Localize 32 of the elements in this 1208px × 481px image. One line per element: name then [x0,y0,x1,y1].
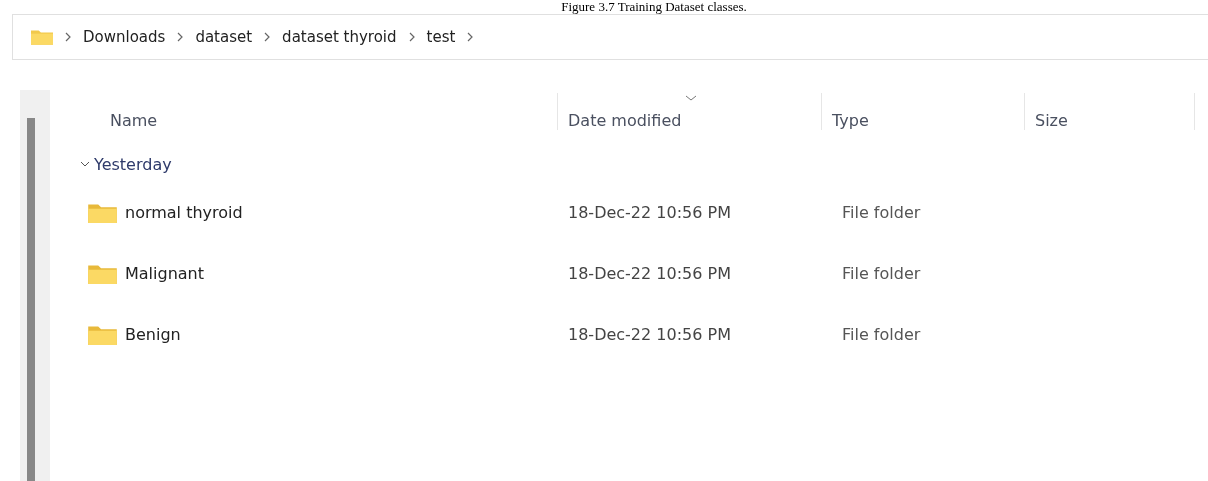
chevron-icon [264,32,271,42]
column-header[interactable]: Type [822,93,1025,130]
chevron-icon [177,32,184,42]
column-header[interactable]: Size [1025,93,1195,130]
file-name[interactable]: normal thyroid [125,203,243,222]
chevron-icon [408,32,415,42]
chevron-icon [80,159,90,169]
chevron-icon [65,32,71,42]
file-name[interactable]: Malignant [125,264,204,283]
chevron-icon [467,32,474,42]
type-cell-text: File folder [841,264,921,283]
file-name[interactable]: Benign [125,325,181,344]
breadcrumb-item[interactable]: dataset thyroid [282,28,397,46]
group-header[interactable]: Yesterday [80,146,190,182]
folder-icon [88,202,117,223]
breadcrumb-item[interactable]: Downloads [83,28,166,46]
folder-icon [88,263,117,284]
date-cell-text: 18-Dec-22 10:56 PM [567,325,732,344]
date-cell-text: 18-Dec-22 10:56 PM [567,264,732,283]
breadcrumb-item[interactable]: dataset [195,28,253,46]
type-cell-text: File folder [841,325,921,344]
folder-icon [88,324,117,345]
column-header[interactable]: Name [80,93,558,130]
scrollbar-thumb[interactable] [27,118,35,481]
sort-caret-icon [685,95,697,101]
breadcrumb-item[interactable]: test [426,28,456,46]
folder-icon [31,29,53,45]
type-cell-text: File folder [841,203,921,222]
column-header[interactable]: Date modified [558,93,822,130]
figure-caption: Figure 3.7 Training Dataset classes. [560,0,748,14]
address-bar[interactable]: Downloads dataset dataset thyroid test [12,14,1208,60]
date-cell-text: 18-Dec-22 10:56 PM [567,203,732,222]
